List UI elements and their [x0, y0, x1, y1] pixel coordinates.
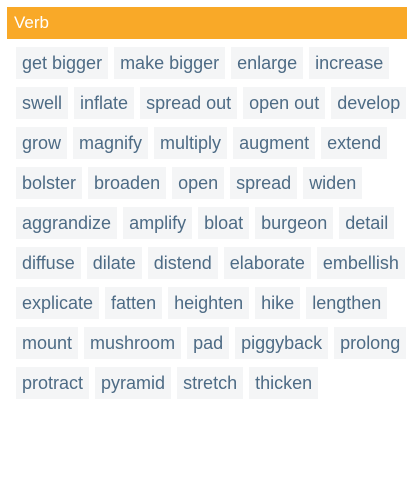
- part-of-speech-header: Verb: [7, 7, 407, 39]
- word-chip[interactable]: pyramid: [95, 367, 172, 399]
- word-chip[interactable]: multiply: [154, 127, 228, 159]
- word-chip[interactable]: dilate: [86, 247, 142, 279]
- word-chip[interactable]: aggrandize: [16, 207, 118, 239]
- word-chip[interactable]: bloat: [198, 207, 250, 239]
- word-chip[interactable]: embellish: [316, 247, 405, 279]
- word-chip[interactable]: stretch: [177, 367, 244, 399]
- word-chip[interactable]: develop: [331, 87, 407, 119]
- word-chip[interactable]: explicate: [16, 287, 100, 319]
- word-chip[interactable]: bolster: [16, 167, 83, 199]
- word-chip[interactable]: lengthen: [306, 287, 388, 319]
- word-chip[interactable]: prolong: [334, 327, 407, 359]
- word-chip[interactable]: pad: [187, 327, 230, 359]
- word-chip[interactable]: burgeon: [255, 207, 334, 239]
- word-chip[interactable]: open: [172, 167, 225, 199]
- word-chip[interactable]: thicken: [249, 367, 319, 399]
- word-chip[interactable]: detail: [339, 207, 395, 239]
- word-chip[interactable]: make bigger: [114, 47, 226, 79]
- word-chip[interactable]: elaborate: [223, 247, 311, 279]
- word-chip[interactable]: enlarge: [231, 47, 304, 79]
- word-chip[interactable]: augment: [233, 127, 316, 159]
- word-chip[interactable]: amplify: [123, 207, 193, 239]
- word-chip[interactable]: heighten: [168, 287, 250, 319]
- word-chip[interactable]: spread: [230, 167, 298, 199]
- word-chip[interactable]: spread out: [140, 87, 238, 119]
- word-chip[interactable]: get bigger: [16, 47, 109, 79]
- word-chip[interactable]: piggyback: [235, 327, 329, 359]
- word-chip[interactable]: diffuse: [16, 247, 81, 279]
- word-chip[interactable]: mushroom: [84, 327, 182, 359]
- word-chip[interactable]: grow: [16, 127, 68, 159]
- word-chip[interactable]: inflate: [74, 87, 135, 119]
- word-chip-list: get bigger make bigger enlarge increase swel…: [7, 39, 407, 399]
- word-chip[interactable]: protract: [16, 367, 90, 399]
- word-chip[interactable]: distend: [147, 247, 218, 279]
- word-chip[interactable]: magnify: [73, 127, 149, 159]
- word-chip[interactable]: extend: [321, 127, 388, 159]
- word-chip[interactable]: fatten: [105, 287, 163, 319]
- word-chip[interactable]: broaden: [88, 167, 167, 199]
- word-chip[interactable]: mount: [16, 327, 79, 359]
- word-chip[interactable]: hike: [255, 287, 301, 319]
- word-chip[interactable]: open out: [243, 87, 326, 119]
- word-chip[interactable]: swell: [16, 87, 69, 119]
- word-chip[interactable]: increase: [309, 47, 390, 79]
- synonyms-panel: Verb get bigger make bigger enlarge increas…: [7, 7, 407, 399]
- word-chip[interactable]: widen: [303, 167, 363, 199]
